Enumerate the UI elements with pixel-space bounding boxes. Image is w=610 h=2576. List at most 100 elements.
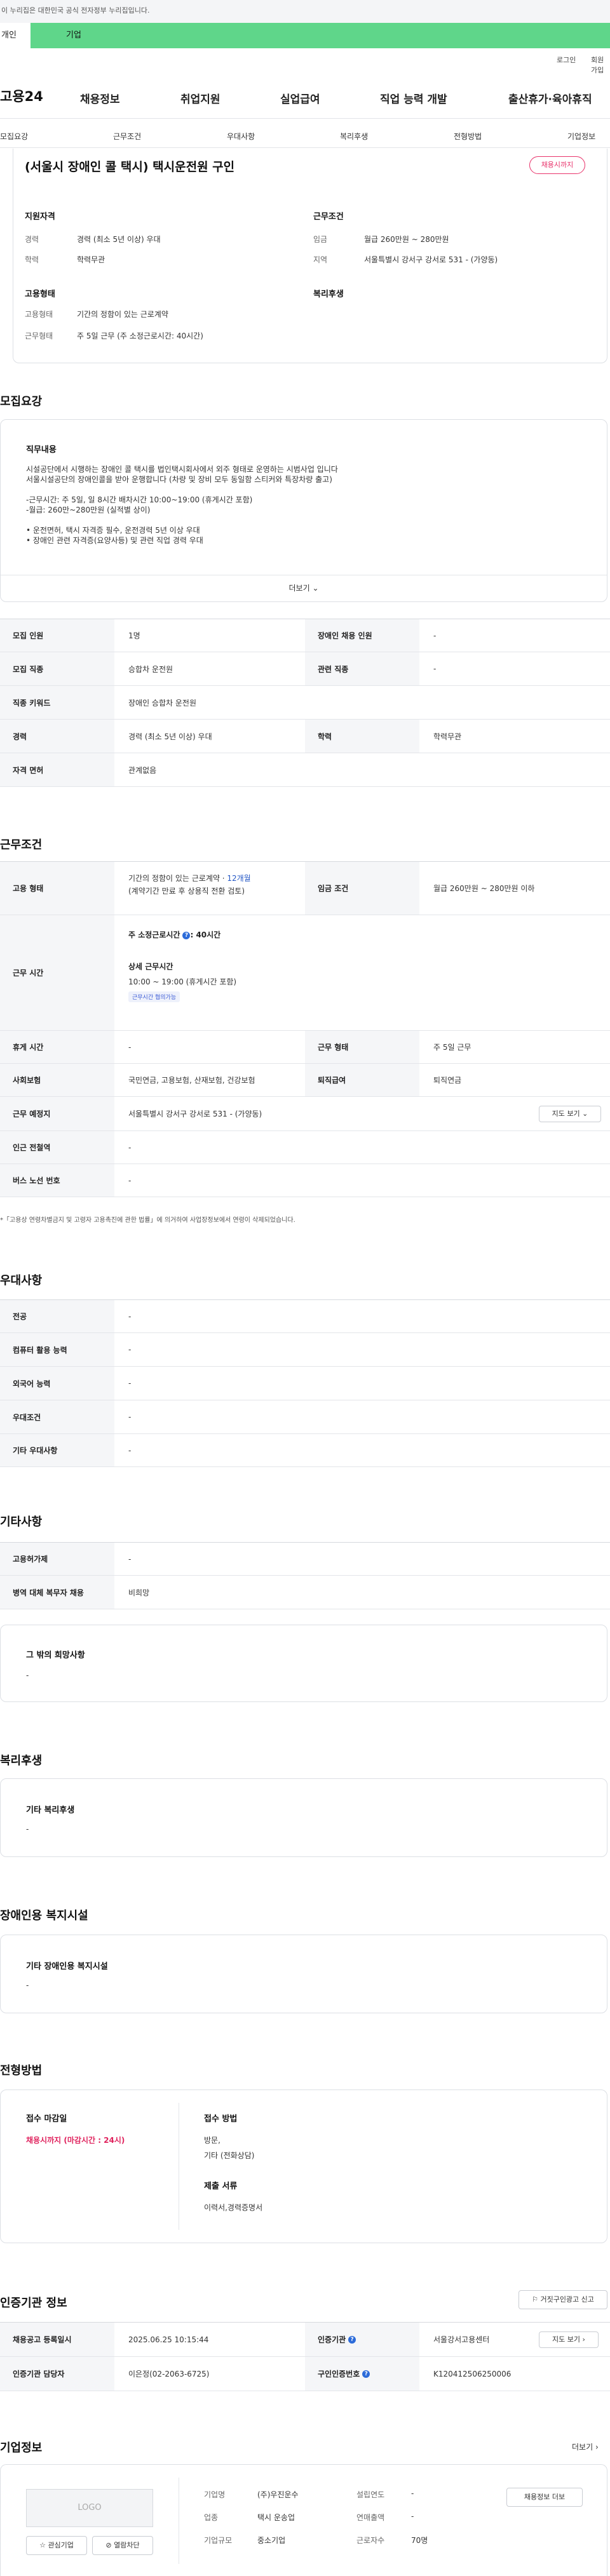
th: 근무 형태 bbox=[305, 1031, 419, 1063]
td: 국민연금, 고용보험, 산재보험, 건강보험 bbox=[128, 1076, 255, 1085]
chevron-right-icon: › bbox=[582, 2335, 585, 2344]
sales-value: - bbox=[411, 2512, 414, 2521]
extra-value: - bbox=[26, 1671, 29, 1680]
work-label: 근무형태 bbox=[25, 332, 53, 340]
td: 이은정(02-2063-6725) bbox=[128, 2370, 210, 2378]
th: 임금 조건 bbox=[305, 862, 419, 915]
emp-value: 기간의 정함이 있는 근로계약 · 12개월 (계약기간 만료 후 상용직 전환 … bbox=[128, 872, 251, 897]
block-button[interactable]: ⊘ 열람차단 bbox=[92, 2536, 153, 2555]
duty-title: 직무내용 bbox=[26, 445, 57, 455]
td: - bbox=[128, 1311, 132, 1321]
th: 자격 면허 bbox=[0, 753, 114, 786]
star-icon: ☆ bbox=[39, 2541, 46, 2549]
table-row: 근무 시간 주 소정근로시간?: 40시간 상세 근무시간 10:00 ~ 19… bbox=[0, 915, 610, 1031]
help-icon[interactable]: ? bbox=[348, 2335, 356, 2344]
td: 비희망 bbox=[128, 1588, 150, 1597]
table-row: 모집 직종 승합차 운전원 관련 직종 - bbox=[0, 652, 610, 686]
th: 학력 bbox=[305, 720, 419, 753]
extra-card: 그 밖의 희망사항 - bbox=[0, 1625, 607, 1702]
td: - bbox=[128, 1446, 132, 1455]
th: 휴게 시간 bbox=[0, 1031, 114, 1063]
section-title-agency: 인증기관 정보 bbox=[0, 2297, 67, 2310]
more-button[interactable]: 더보기 ⌄ bbox=[1, 582, 607, 593]
signup-link[interactable]: 회원가입 bbox=[591, 55, 610, 75]
detail-hours-value: 10:00 ~ 19:00 (휴게시간 포함) bbox=[128, 977, 237, 986]
td: 승합차 운전원 bbox=[128, 664, 173, 674]
gnb-jobs[interactable]: 채용정보 bbox=[80, 90, 120, 106]
detail-hours-title: 상세 근무시간 bbox=[128, 962, 173, 971]
company-card: LOGO ☆ 관심기업 ⊘ 열람차단 기업명 (주)우진운수 설립연도 - 업종… bbox=[0, 2464, 607, 2576]
extra-title: 그 밖의 희망사항 bbox=[26, 1651, 85, 1660]
size-label: 기업규모 bbox=[204, 2536, 233, 2545]
report-label: 거짓구인광고 신고 bbox=[540, 2295, 594, 2304]
td: - bbox=[128, 1143, 132, 1152]
divider bbox=[0, 147, 610, 148]
login-link[interactable]: 로그인 bbox=[557, 55, 576, 65]
th: 채용공고 등록일시 bbox=[0, 2323, 114, 2356]
welfare-box-value: - bbox=[26, 1825, 29, 1834]
gov-banner: 이 누리집은 대한민국 공식 전자정부 누리집입니다. bbox=[0, 0, 610, 25]
company-name-label: 기업명 bbox=[204, 2490, 226, 2499]
th: 인증기관 담당자 bbox=[0, 2357, 114, 2391]
subnav-process[interactable]: 전형방법 bbox=[454, 131, 482, 142]
site-logo[interactable]: 고용24 bbox=[0, 86, 43, 105]
emp-title: 고용형태 bbox=[25, 290, 55, 299]
subnav-company[interactable]: 기업정보 bbox=[567, 131, 595, 142]
emp-type: 기간의 정함이 있는 근로계약 · bbox=[128, 874, 227, 883]
report-button[interactable]: ⚐ 거짓구인광고 신고 bbox=[518, 2290, 607, 2309]
tab-personal[interactable]: 개인 bbox=[0, 23, 30, 48]
agency-map-button[interactable]: 지도 보기 › bbox=[539, 2331, 599, 2348]
deadline-value: 채용시까지 (마감시간 : 24시) bbox=[26, 2136, 125, 2145]
pref-table: 전공 - 컴퓨터 활용 능력 - 외국어 능력 - 우대조건 - 기타 우대사항 - bbox=[0, 1299, 610, 1467]
facility-box-value: - bbox=[26, 1981, 29, 1990]
employees-label: 근로자수 bbox=[356, 2536, 385, 2545]
table-row: 기타 우대사항 - bbox=[0, 1434, 610, 1467]
th: 고용허가제 bbox=[0, 1543, 114, 1575]
process-card: 접수 마감일 채용시까지 (마감시간 : 24시) 접수 방법 방문, 기타 (… bbox=[0, 2090, 607, 2243]
td: - bbox=[128, 1176, 132, 1185]
company-more-link[interactable]: 더보기 › bbox=[572, 2441, 599, 2452]
duty-line: -월급: 260만~280만원 (실적별 상이) bbox=[26, 506, 151, 514]
gnb-vocational-training[interactable]: 직업 능력 개발 bbox=[380, 90, 447, 106]
help-icon[interactable]: ? bbox=[362, 2370, 370, 2378]
td: - bbox=[128, 1412, 132, 1421]
duty-line bbox=[26, 485, 585, 495]
td: - bbox=[433, 664, 437, 673]
subnav-recruit[interactable]: 모집요강 bbox=[0, 131, 28, 142]
duty-card: 직무내용 시설공단에서 시행하는 장애인 콜 택시를 법인택시회사에서 외주 형… bbox=[0, 419, 607, 602]
block-label: 열람차단 bbox=[114, 2541, 140, 2549]
section-title-company: 기업정보 bbox=[0, 2441, 43, 2455]
map-button-label: 지도 보기 bbox=[552, 2335, 581, 2344]
company-jobs-button[interactable]: 채용정보 더보 bbox=[506, 2488, 583, 2507]
favorite-button[interactable]: ☆ 관심기업 bbox=[26, 2536, 87, 2555]
help-icon[interactable]: ? bbox=[182, 931, 191, 939]
th: 경력 bbox=[0, 720, 114, 753]
tab-company[interactable]: 기업 bbox=[30, 23, 610, 48]
td: K120412506250006 bbox=[433, 2369, 512, 2378]
table-row: 우대조건 - bbox=[0, 1400, 610, 1434]
emp-type-value: 기간의 정함이 있는 근로계약 bbox=[77, 310, 168, 319]
org-label: 인증기관 bbox=[318, 2335, 346, 2344]
subnav-preference[interactable]: 우대사항 bbox=[227, 131, 255, 142]
th: 모집 인원 bbox=[0, 619, 114, 652]
report-icon: ⚐ bbox=[532, 2295, 538, 2304]
gnb-parental-leave[interactable]: 출산휴가·육아휴직 bbox=[508, 90, 592, 106]
map-button[interactable]: 지도 보기 ⌄ bbox=[539, 1106, 601, 1122]
subnav-welfare[interactable]: 복리후생 bbox=[340, 131, 368, 142]
table-row: 고용허가제 - bbox=[0, 1543, 610, 1576]
section-title-other: 기타사항 bbox=[0, 1515, 43, 1529]
section-title-preference: 우대사항 bbox=[0, 1274, 43, 1287]
td: 서울특별시 강서구 강서로 531 - (가양동) bbox=[128, 1110, 262, 1118]
gnb-unemployment-benefit[interactable]: 실업급여 bbox=[280, 90, 320, 106]
company-logo: LOGO bbox=[26, 2489, 153, 2527]
td: 학력무관 bbox=[433, 732, 462, 741]
th: 구인인증번호? bbox=[305, 2357, 419, 2391]
td: 장애인 승합차 운전원 bbox=[128, 698, 196, 708]
table-row: 버스 노선 번호 - bbox=[0, 1164, 610, 1197]
gnb-employment-support[interactable]: 취업지원 bbox=[180, 90, 220, 106]
block-icon: ⊘ bbox=[105, 2541, 112, 2549]
company-name-value: (주)우진운수 bbox=[257, 2490, 299, 2499]
subnav-conditions[interactable]: 근무조건 bbox=[113, 131, 141, 142]
section-title-process: 전형방법 bbox=[0, 2064, 43, 2077]
th: 근무 예정지 bbox=[0, 1097, 114, 1130]
